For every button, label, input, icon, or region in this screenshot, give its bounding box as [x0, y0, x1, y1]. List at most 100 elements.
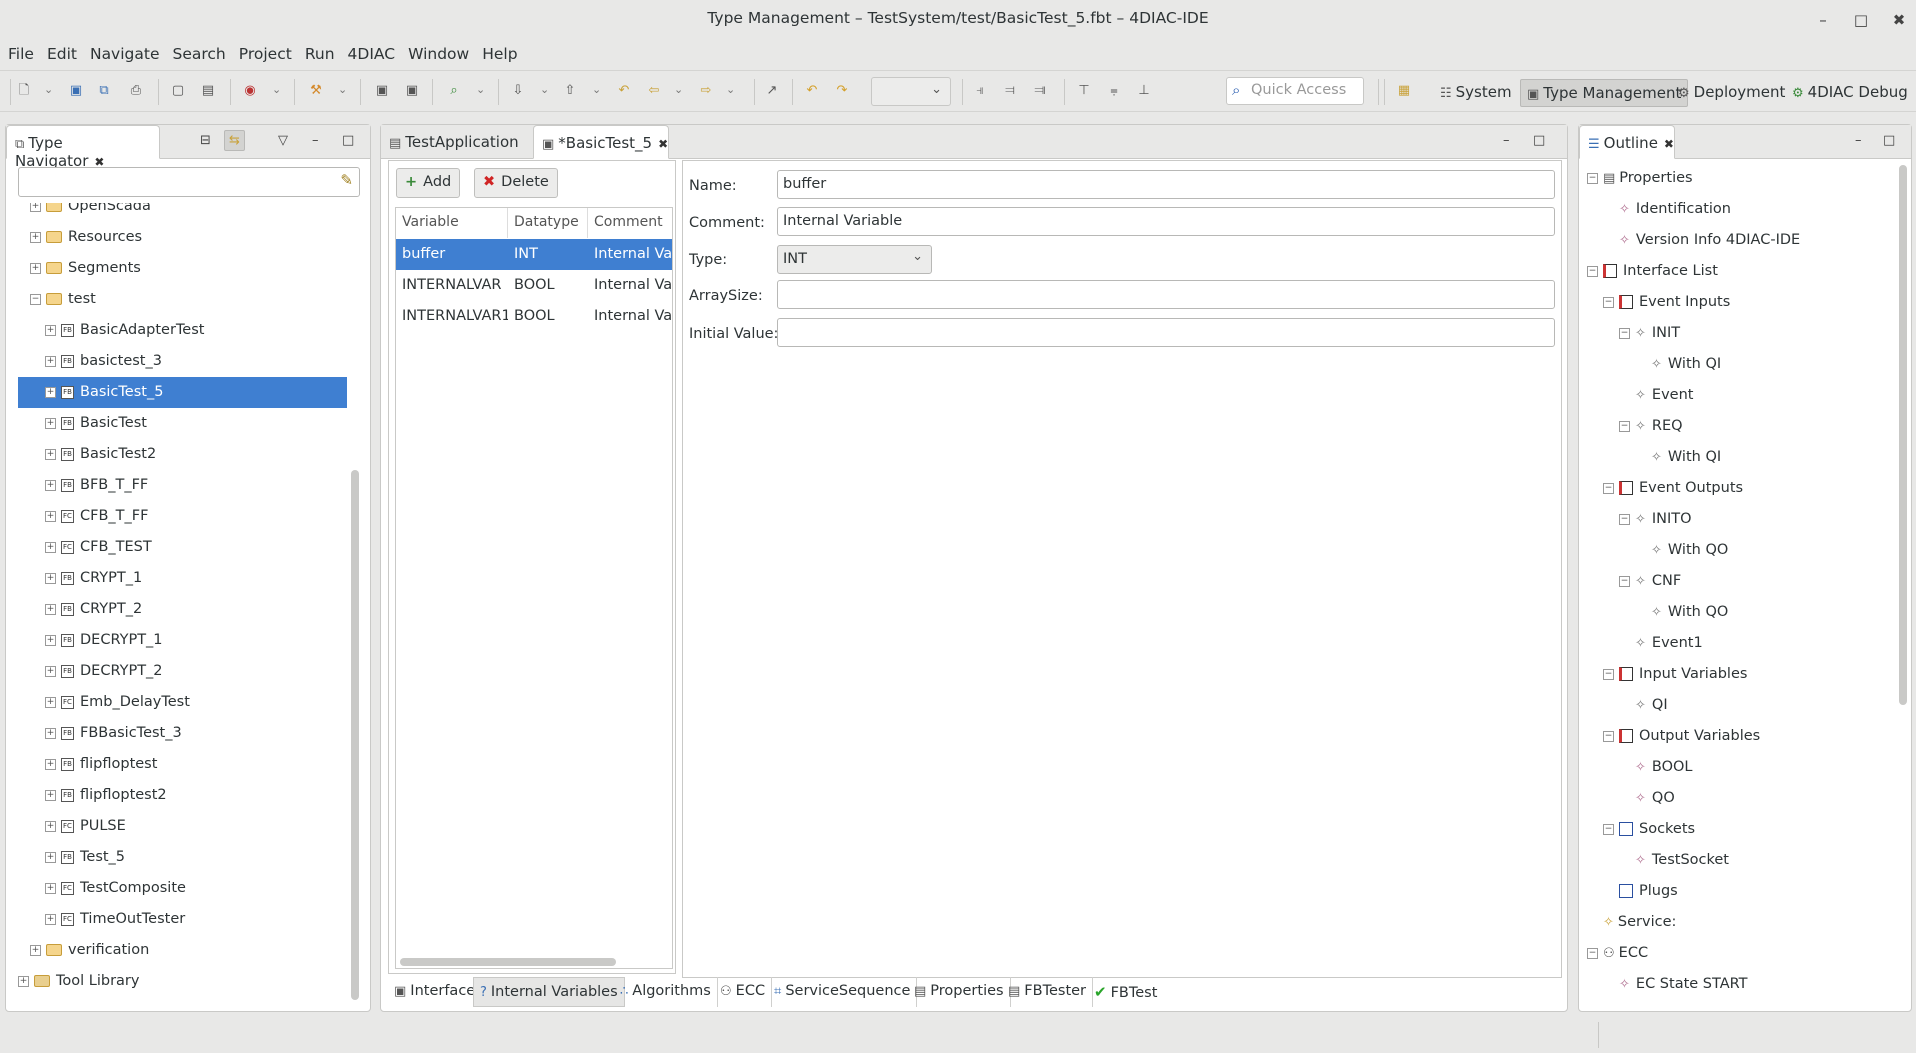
table-cell[interactable]: INTERNALVAR1 [396, 301, 508, 332]
table-cell[interactable]: INT [508, 239, 588, 270]
outline-item[interactable]: ✧ Event1 [1635, 628, 1703, 659]
last-edit-icon[interactable]: ↶ [614, 81, 634, 101]
expand-icon[interactable]: + [45, 510, 56, 522]
tab-service-sequence[interactable]: ⌗ ServiceSequence [768, 977, 918, 1007]
type-select[interactable]: INT ⌄ [777, 245, 932, 274]
expand-icon[interactable]: + [45, 448, 56, 460]
outline-item[interactable]: − Event Outputs [1603, 473, 1743, 504]
new-application-icon[interactable]: ▤ [198, 81, 218, 101]
menu-file[interactable]: File [8, 45, 34, 63]
tree-item[interactable]: + FB BasicTest2 [18, 439, 350, 470]
outline-item[interactable]: ✧ With QO [1651, 597, 1728, 628]
tree-item[interactable]: + FB BasicTest [18, 408, 350, 439]
outline-item[interactable]: − Sockets [1603, 814, 1695, 845]
outline-item[interactable]: ✧ Version Info 4DIAC-IDE [1619, 225, 1800, 256]
next-annotation-icon[interactable]: ⇩ [508, 81, 528, 101]
new-system-icon[interactable]: ▢ [168, 81, 188, 101]
collapse-icon[interactable]: − [1619, 420, 1630, 432]
minimize-view-icon[interactable]: – [1503, 133, 1510, 148]
open-resource-icon[interactable]: ▣ [402, 81, 422, 101]
tree-item[interactable]: + FB DECRYPT_2 [18, 656, 350, 687]
menu-run[interactable]: Run [305, 45, 335, 63]
collapse-icon[interactable]: − [1603, 730, 1614, 742]
expand-icon[interactable]: + [45, 324, 56, 336]
outline-item[interactable]: − Output Variables [1603, 721, 1760, 752]
expand-icon[interactable]: + [45, 355, 56, 367]
table-cell[interactable]: Internal Vari [588, 239, 672, 270]
outline-item[interactable]: ✧ TestSocket [1635, 845, 1729, 876]
zoom-combo[interactable]: ⌄ [871, 77, 951, 106]
pin-editor-icon[interactable]: ↗ [762, 81, 782, 101]
maximize-view-icon[interactable]: □ [342, 133, 354, 148]
chevron-down-icon[interactable]: ⌄ [338, 83, 347, 96]
expand-icon[interactable]: + [30, 262, 41, 274]
table-cell[interactable]: buffer [396, 239, 508, 270]
collapse-icon[interactable]: − [1603, 296, 1614, 308]
close-icon[interactable]: ✖ [1664, 137, 1674, 151]
quick-access-input[interactable]: ⌕ Quick Access [1226, 77, 1364, 105]
table-cell[interactable]: BOOL [508, 301, 588, 332]
tree-item[interactable]: + FC CFB_T_FF [18, 501, 350, 532]
perspective-system[interactable]: ☷ System [1434, 79, 1518, 107]
outline-item[interactable]: − ✧ CNF [1619, 566, 1681, 597]
tree-item[interactable]: + Resources [18, 222, 350, 253]
menu-search[interactable]: Search [173, 45, 226, 63]
collapse-icon[interactable]: − [1619, 575, 1630, 587]
outline-item[interactable]: ✧ With QI [1651, 442, 1721, 473]
align-center-icon[interactable]: ⫤ [1000, 81, 1020, 101]
expand-icon[interactable]: + [45, 603, 56, 615]
chevron-down-icon[interactable]: ⌄ [592, 83, 601, 96]
link-with-editor-icon[interactable]: ⇆ [224, 130, 245, 151]
table-horizontal-scrollbar[interactable] [400, 958, 616, 966]
expand-icon[interactable]: + [45, 820, 56, 832]
collapse-icon[interactable]: − [1587, 265, 1598, 277]
tree-item[interactable]: + FB BFB_T_FF [18, 470, 350, 501]
outline-scrollbar[interactable] [1899, 165, 1907, 705]
comment-input[interactable]: Internal Variable [777, 207, 1555, 236]
outline-item[interactable]: ✧ QI [1635, 690, 1668, 721]
tree-item[interactable]: + FB Test_5 [18, 842, 350, 873]
tab-ecc[interactable]: ⚇ ECC [714, 977, 773, 1007]
perspective-deployment[interactable]: ⚙ Deployment [1672, 79, 1791, 107]
forward-icon[interactable]: ⇨ [696, 81, 716, 101]
back-icon[interactable]: ⇦ [644, 81, 664, 101]
initial-value-input[interactable] [777, 318, 1555, 347]
tree-item[interactable]: + FB FBBasicTest_3 [18, 718, 350, 749]
tree-item[interactable]: + FC TimeOutTester [18, 904, 350, 935]
chevron-down-icon[interactable]: ⌄ [272, 83, 281, 96]
tree-item[interactable]: + Segments [18, 253, 350, 284]
align-left-icon[interactable]: ⫣ [970, 81, 990, 101]
expand-icon[interactable]: + [45, 851, 56, 863]
outline-item[interactable]: − ⚇ ECC [1587, 938, 1648, 969]
tree-item[interactable]: + FB CRYPT_1 [18, 563, 350, 594]
tree-item[interactable]: + FC PULSE [18, 811, 350, 842]
tree-item[interactable]: + FB flipfloptest [18, 749, 350, 780]
expand-icon[interactable]: + [30, 231, 41, 243]
menu-edit[interactable]: Edit [47, 45, 77, 63]
redo-icon[interactable]: ↷ [832, 81, 852, 101]
minimize-view-icon[interactable]: – [1855, 133, 1862, 148]
close-icon[interactable]: ✖ [658, 137, 668, 151]
collapse-all-icon[interactable]: ⊟ [200, 133, 211, 148]
tree-item[interactable]: + FB CRYPT_2 [18, 594, 350, 625]
table-cell[interactable]: Internal Vari [588, 270, 672, 301]
align-bottom-icon[interactable]: ⊥ [1134, 81, 1154, 101]
close-window-button[interactable]: ✖ [1887, 8, 1911, 32]
outline-item[interactable]: − Event Inputs [1603, 287, 1730, 318]
collapse-icon[interactable]: − [1603, 823, 1614, 835]
debug-icon[interactable]: ◉ [240, 81, 260, 101]
column-header-comment[interactable]: Comment [588, 208, 672, 238]
tree-item[interactable]: − test [18, 284, 350, 315]
save-all-icon[interactable]: ⧉ [94, 81, 114, 101]
menu-4diac[interactable]: 4DIAC [348, 45, 396, 63]
navigator-scrollbar[interactable] [351, 470, 359, 1000]
add-button[interactable]: + Add [396, 168, 461, 198]
outline-item[interactable]: Plugs [1619, 876, 1678, 907]
view-menu-icon[interactable]: ▽ [278, 133, 288, 148]
outline-item[interactable]: − Input Variables [1603, 659, 1747, 690]
tree-item[interactable]: + FB basictest_3 [18, 346, 350, 377]
outline-item[interactable]: ✧ With QI [1651, 349, 1721, 380]
expand-icon[interactable]: + [45, 727, 56, 739]
filter-input[interactable]: ✎ [18, 167, 360, 197]
outline-item[interactable]: ✧ With QO [1651, 535, 1728, 566]
